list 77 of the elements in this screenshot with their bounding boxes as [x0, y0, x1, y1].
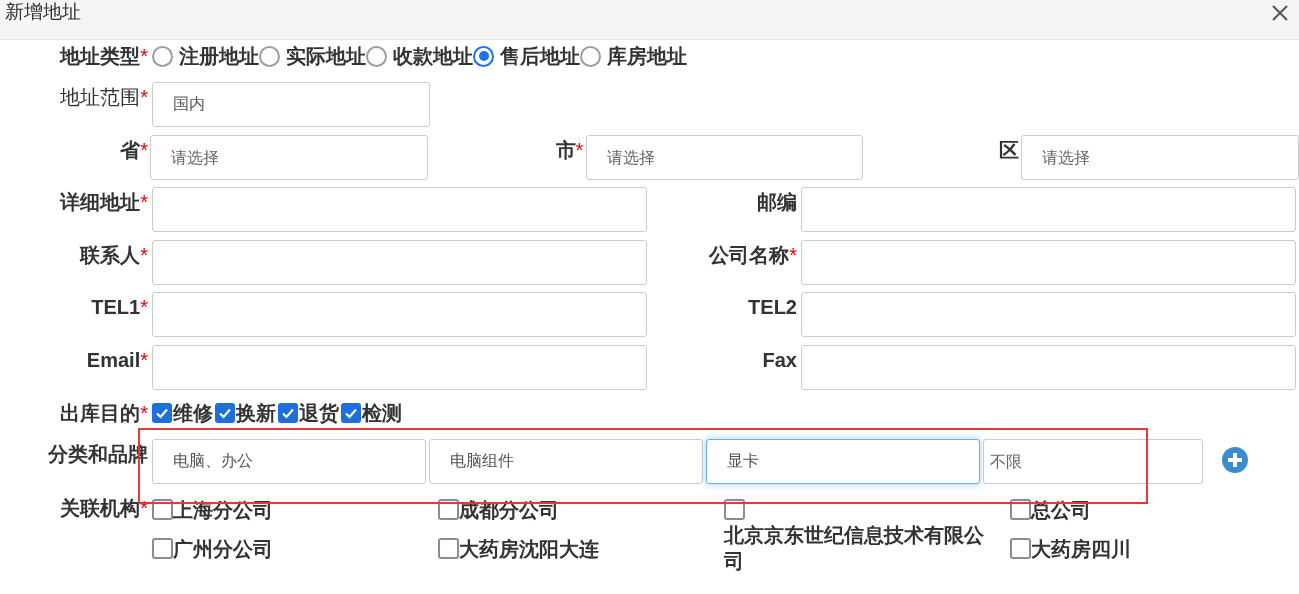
radio-button[interactable]	[473, 45, 494, 67]
check-icon	[344, 406, 358, 420]
radio-button[interactable]	[580, 45, 601, 67]
checkbox-label[interactable]: 广州分公司	[173, 535, 273, 562]
checkbox[interactable]	[724, 499, 745, 521]
checkbox-label[interactable]: 检测	[362, 398, 402, 428]
required-mark: *	[140, 190, 148, 214]
radio-button[interactable]	[366, 45, 387, 67]
field-label: 关联机构	[60, 496, 141, 520]
radio-label[interactable]: 注册地址	[179, 41, 259, 71]
input-field[interactable]	[801, 292, 1296, 337]
input-field[interactable]	[801, 187, 1296, 232]
radio-label[interactable]: 收款地址	[393, 41, 473, 71]
field-label: Fax	[762, 348, 797, 372]
checkbox-label[interactable]: 维修	[173, 398, 213, 428]
required-mark: *	[140, 348, 148, 372]
checkbox[interactable]	[215, 403, 235, 423]
required-mark: *	[140, 295, 148, 319]
required-mark: *	[140, 138, 148, 162]
field-label: 市	[555, 138, 576, 162]
checkbox[interactable]	[341, 403, 361, 423]
checkbox[interactable]	[152, 538, 173, 560]
checkbox[interactable]	[152, 499, 173, 521]
checkbox[interactable]	[1010, 499, 1031, 521]
field-label: 地址范围	[60, 85, 141, 109]
input-field[interactable]: 不限	[983, 439, 1203, 484]
input-field[interactable]: 请选择	[1021, 135, 1299, 180]
field-label: 出库目的	[60, 401, 141, 425]
field-label: 邮编	[757, 190, 797, 214]
check-icon	[218, 406, 232, 420]
input-field[interactable]	[152, 187, 647, 232]
checkbox-label[interactable]: 大药房沈阳大连	[459, 535, 599, 562]
checkbox[interactable]	[278, 403, 298, 423]
close-icon[interactable]	[1271, 3, 1289, 22]
checkbox-label[interactable]: 北京京东世纪信息技术有限公司	[724, 522, 1000, 574]
radio-button[interactable]	[259, 45, 280, 67]
checkbox-label[interactable]: 大药房四川	[1031, 535, 1131, 562]
field-label: TEL2	[748, 295, 797, 319]
input-field[interactable]	[801, 345, 1296, 390]
input-field[interactable]	[152, 292, 647, 337]
radio-button[interactable]	[152, 45, 173, 67]
required-mark: *	[140, 44, 148, 68]
dialog-title: 新增地址	[5, 0, 81, 25]
input-field[interactable]: 国内	[152, 82, 430, 127]
field-label: 联系人	[80, 243, 141, 267]
radio-label[interactable]: 实际地址	[286, 41, 366, 71]
input-field[interactable]	[152, 240, 647, 285]
check-icon	[155, 406, 169, 420]
field-label: Email	[86, 348, 141, 372]
check-icon	[281, 406, 295, 420]
input-field[interactable]: 电脑、办公	[152, 439, 426, 484]
add-icon[interactable]	[1222, 447, 1248, 473]
input-field[interactable]	[801, 240, 1296, 285]
required-mark: *	[789, 243, 797, 267]
radio-label[interactable]: 库房地址	[607, 41, 687, 71]
checkbox[interactable]	[152, 403, 172, 423]
field-label: 公司名称	[709, 243, 790, 267]
input-field[interactable]: 显卡	[706, 439, 980, 484]
field-label: 省	[120, 138, 141, 162]
required-mark: *	[140, 243, 148, 267]
field-label: 地址类型	[60, 44, 141, 68]
required-mark: *	[140, 401, 148, 425]
required-mark: *	[140, 85, 148, 109]
checkbox[interactable]	[1010, 538, 1031, 560]
checkbox-label[interactable]: 换新	[236, 398, 276, 428]
input-field[interactable]: 电脑组件	[429, 439, 703, 484]
field-label: 详细地址	[60, 190, 141, 214]
radio-label[interactable]: 售后地址	[500, 41, 580, 71]
field-label: 区	[998, 138, 1019, 162]
input-field[interactable]: 请选择	[585, 135, 863, 180]
checkbox[interactable]	[438, 538, 459, 560]
field-label: TEL1	[91, 295, 141, 319]
input-field[interactable]: 请选择	[150, 135, 429, 180]
input-field[interactable]	[152, 345, 647, 390]
checkbox-label[interactable]: 退货	[299, 398, 339, 428]
checkbox[interactable]	[438, 499, 459, 521]
required-mark: *	[575, 138, 584, 162]
